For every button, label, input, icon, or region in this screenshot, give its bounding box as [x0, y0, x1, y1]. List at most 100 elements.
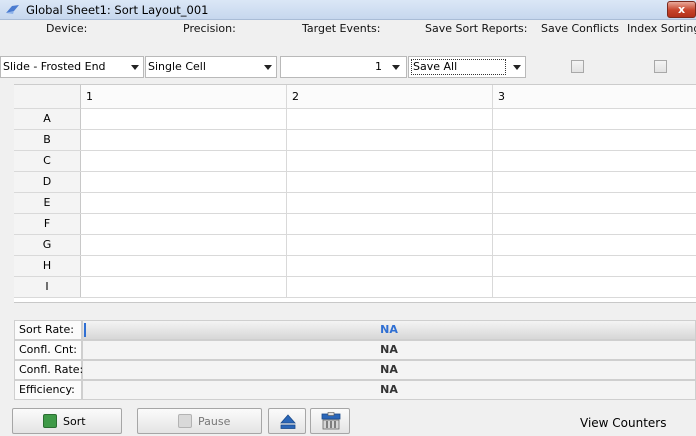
grid-row: I: [14, 277, 696, 298]
grid-corner: [14, 85, 81, 109]
target-events-dropdown[interactable]: 1: [280, 56, 407, 78]
close-button[interactable]: x: [667, 1, 696, 18]
grid-column-header[interactable]: 1: [81, 85, 287, 109]
sort-label: Sort: [63, 415, 86, 428]
device-value: Slide - Frosted End: [3, 60, 106, 73]
grid-cell[interactable]: [81, 109, 287, 129]
pause-label: Pause: [198, 415, 231, 428]
grid-cell[interactable]: [81, 256, 287, 276]
pause-button[interactable]: Pause: [137, 408, 262, 434]
grid-cell[interactable]: [493, 193, 696, 213]
grid-cell[interactable]: [287, 214, 493, 234]
grid-cell[interactable]: [81, 277, 287, 297]
sort-rate-progress-bar: NA: [82, 320, 696, 340]
column-label: 3: [498, 90, 505, 103]
window-title: Global Sheet1: Sort Layout_001: [26, 3, 209, 17]
index-sorting-header: Index Sorting: [627, 22, 696, 35]
tray-icon: [321, 412, 341, 430]
precision-dropdown[interactable]: Single Cell: [145, 56, 277, 78]
stat-value: NA: [380, 323, 398, 336]
grid-cell[interactable]: [287, 109, 493, 129]
sort-icon: [43, 414, 57, 428]
grid-cell[interactable]: [493, 256, 696, 276]
stat-label: Confl. Rate:: [14, 360, 83, 380]
column-label: 2: [292, 90, 299, 103]
grid-cell[interactable]: [287, 172, 493, 192]
device-header: Device:: [46, 22, 88, 35]
conflict-rate-row: Confl. Rate: NA: [14, 360, 696, 380]
grid-cell[interactable]: [493, 214, 696, 234]
grid-row: C: [14, 151, 696, 172]
grid-cell[interactable]: [493, 151, 696, 171]
grid-cell[interactable]: [287, 256, 493, 276]
view-counters-button[interactable]: View Counters: [566, 412, 696, 434]
grid-cell[interactable]: [81, 172, 287, 192]
precision-value: Single Cell: [148, 60, 206, 73]
pause-icon: [178, 414, 192, 428]
stat-label: Sort Rate:: [14, 320, 82, 340]
grid-cell[interactable]: [493, 109, 696, 129]
row-header[interactable]: D: [14, 172, 81, 192]
conflict-count-row: Confl. Cnt: NA: [14, 340, 696, 360]
row-header[interactable]: F: [14, 214, 81, 234]
grid-cell[interactable]: [493, 130, 696, 150]
eject-button[interactable]: [268, 408, 306, 434]
save-sort-reports-value: Save All: [411, 59, 506, 75]
column-label: 1: [86, 90, 93, 103]
row-header[interactable]: H: [14, 256, 81, 276]
chevron-down-icon: [131, 65, 139, 70]
grid-cell[interactable]: [493, 235, 696, 255]
grid-cell[interactable]: [81, 214, 287, 234]
grid-row: F: [14, 214, 696, 235]
grid-cell[interactable]: [287, 235, 493, 255]
grid-cell[interactable]: [81, 193, 287, 213]
save-sort-reports-dropdown[interactable]: Save All: [408, 56, 526, 78]
tray-button[interactable]: [310, 408, 350, 434]
row-header[interactable]: C: [14, 151, 81, 171]
row-header[interactable]: A: [14, 109, 81, 129]
stat-value: NA: [82, 380, 696, 400]
save-sort-reports-header: Save Sort Reports:: [425, 22, 528, 35]
grid-cell[interactable]: [493, 172, 696, 192]
device-dropdown[interactable]: Slide - Frosted End: [0, 56, 144, 78]
grid-cell[interactable]: [287, 151, 493, 171]
stat-value: NA: [82, 340, 696, 360]
grid-row: G: [14, 235, 696, 256]
row-header[interactable]: G: [14, 235, 81, 255]
app-icon: [6, 5, 19, 14]
precision-header: Precision:: [183, 22, 236, 35]
grid-cell[interactable]: [81, 151, 287, 171]
grid-cell[interactable]: [287, 130, 493, 150]
chevron-down-icon: [392, 65, 400, 70]
index-sorting-checkbox[interactable]: [654, 60, 667, 73]
row-header[interactable]: B: [14, 130, 81, 150]
efficiency-row: Efficiency: NA: [14, 380, 696, 400]
chevron-down-icon: [264, 65, 272, 70]
grid-row: D: [14, 172, 696, 193]
stat-label: Efficiency:: [14, 380, 82, 400]
grid-row: H: [14, 256, 696, 277]
grid-column-header[interactable]: 3: [493, 85, 696, 109]
save-conflicts-checkbox[interactable]: [571, 60, 584, 73]
target-events-value: 1: [375, 60, 382, 73]
grid-separator: [14, 302, 696, 320]
sort-rate-row: Sort Rate: NA: [14, 320, 696, 340]
row-header[interactable]: E: [14, 193, 81, 213]
target-events-header: Target Events:: [302, 22, 381, 35]
save-conflicts-header: Save Conflicts: [541, 22, 619, 35]
grid-column-header[interactable]: 2: [287, 85, 493, 109]
grid-cell[interactable]: [287, 277, 493, 297]
progress-marker: [84, 323, 86, 337]
chevron-down-icon: [513, 65, 521, 70]
eject-icon: [280, 414, 296, 429]
grid-cell[interactable]: [493, 277, 696, 297]
stat-label: Confl. Cnt:: [14, 340, 82, 360]
grid-cell[interactable]: [287, 193, 493, 213]
row-header[interactable]: I: [14, 277, 81, 297]
grid-row: B: [14, 130, 696, 151]
grid-cell[interactable]: [81, 235, 287, 255]
grid-cell[interactable]: [81, 130, 287, 150]
stat-value: NA: [82, 360, 696, 380]
sort-button[interactable]: Sort: [12, 408, 122, 434]
grid-row: E: [14, 193, 696, 214]
